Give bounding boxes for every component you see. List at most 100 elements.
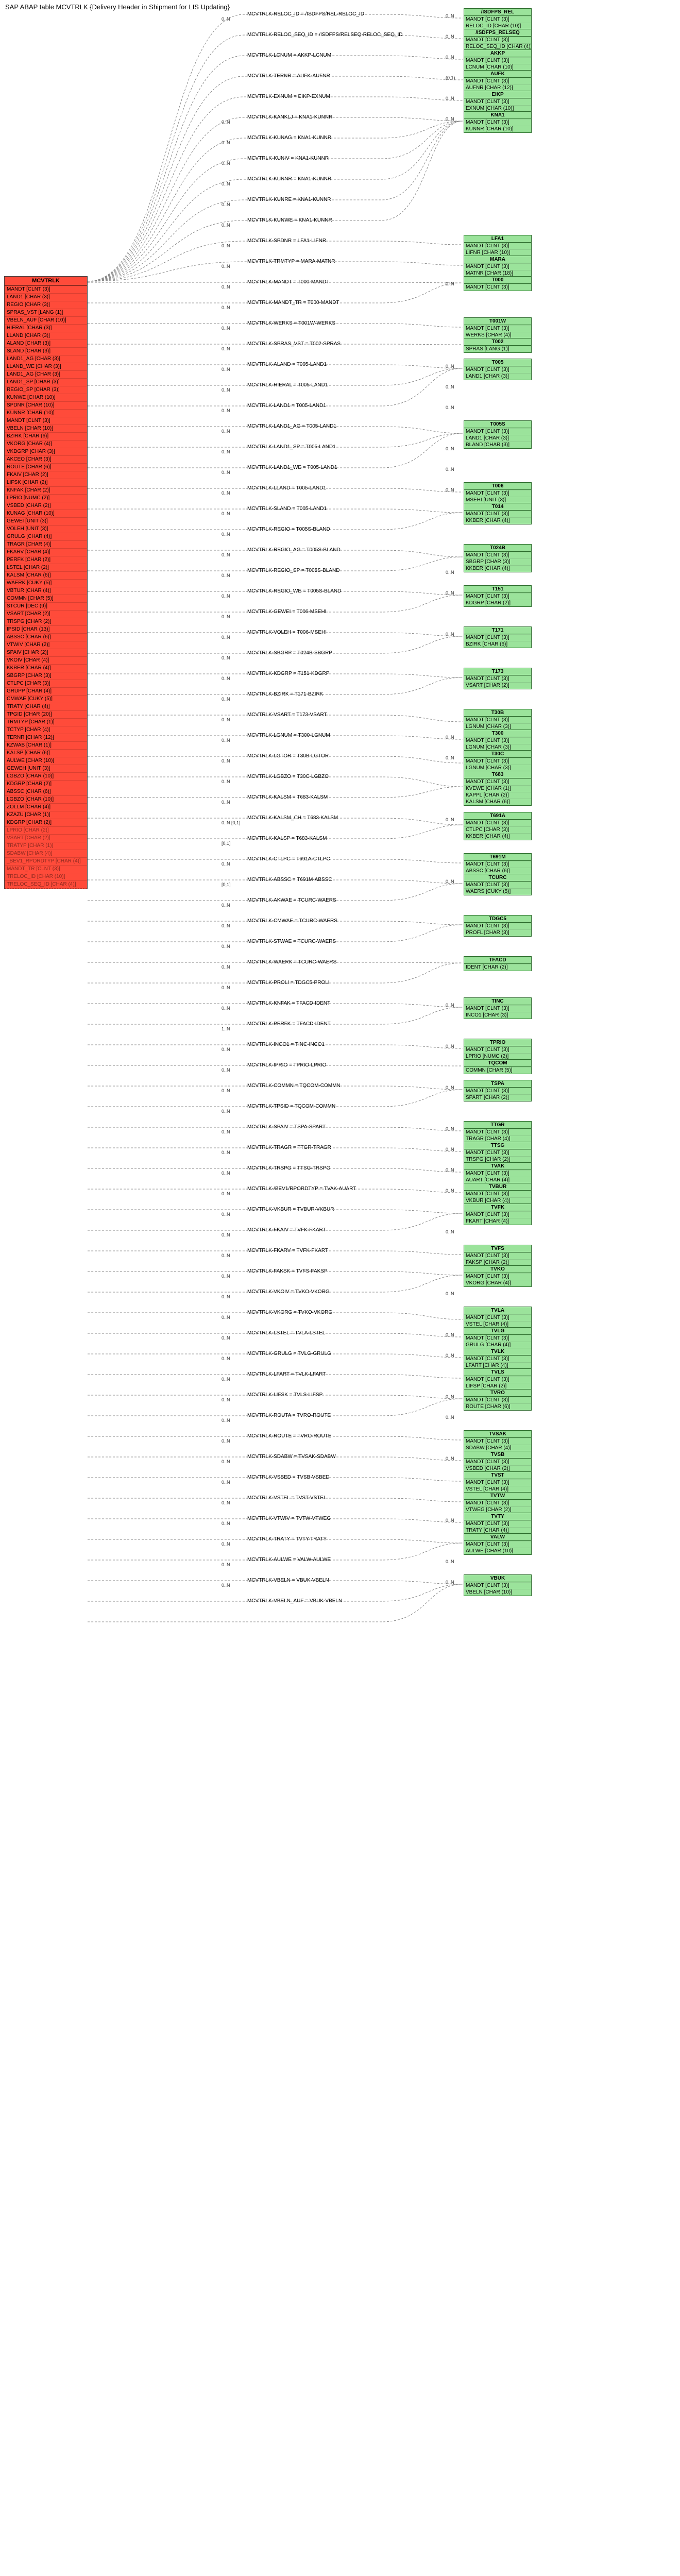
target-field: KUNNR [CHAR (10)] — [464, 126, 531, 132]
target-field: MANDT [CLNT (3)] — [464, 490, 531, 497]
root-field: LAND1_SP [CHAR (3)] — [5, 378, 87, 386]
target-field: MANDT [CLNT (3)] — [464, 1211, 531, 1218]
root-field: VBELN_AUF [CHAR (10)] — [5, 316, 87, 324]
root-field: MANDT_TR [CLNT (3)] — [5, 865, 87, 873]
root-field: LAND1_AG [CHAR (3)] — [5, 355, 87, 363]
target-field: SPRAS [LANG (1)] — [464, 346, 531, 352]
relation-label: MCVTRLK-LCNUM = AKKP-LCNUM — [247, 53, 331, 58]
target-field: MANDT [CLNT (3)] — [464, 820, 531, 826]
target-table-header: KNA1 — [464, 112, 531, 119]
cardinality-left: 0..N — [222, 861, 230, 867]
target-table-header: LFA1 — [464, 235, 531, 243]
cardinality-left: 0..N — [222, 758, 230, 764]
target-field: MANDT [CLNT (3)] — [464, 675, 531, 682]
cardinality-left: 0..N — [222, 532, 230, 537]
target-field: MANDT [CLNT (3)] — [464, 1541, 531, 1548]
root-field: VBELN [CHAR (10)] — [5, 425, 87, 432]
target-field: MANDT [CLNT (3)] — [464, 119, 531, 126]
target-table: TVTWMANDT [CLNT (3)]VTWEG [CHAR (2)] — [464, 1492, 532, 1514]
target-table-header: T002 — [464, 338, 531, 346]
target-field: MANDT [CLNT (3)] — [464, 1438, 531, 1445]
relation-label: MCVTRLK-WERKS = T001W-WERKS — [247, 320, 335, 326]
cardinality-right: (0,1) — [446, 75, 455, 80]
relation-label: MCVTRLK-KUNNR = KNA1-KUNNR — [247, 176, 331, 182]
cardinality-right: 0..N — [446, 1126, 454, 1131]
target-table: T691AMANDT [CLNT (3)]CTLPC [CHAR (3)]KKB… — [464, 812, 532, 840]
target-table: T691MMANDT [CLNT (3)]ABSSC [CHAR (6)] — [464, 853, 532, 875]
cardinality-left: 0..N — [222, 367, 230, 372]
cardinality-left: 0..N — [222, 429, 230, 434]
target-table-header: TINC — [464, 998, 531, 1005]
root-field: TERNR [CHAR (12)] — [5, 734, 87, 741]
relation-label: MCVTRLK-TRMTYP = MARA-MATNR — [247, 259, 335, 264]
target-table-header: TVFS — [464, 1245, 531, 1252]
root-table-header: MCVTRLK — [5, 277, 87, 285]
target-field: MANDT [CLNT (3)] — [464, 737, 531, 744]
cardinality-left: 0..N — [222, 655, 230, 660]
target-field: MANDT [CLNT (3)] — [464, 284, 531, 291]
cardinality-left: 0..N — [222, 16, 230, 22]
root-field: TPGID [CHAR (20)] — [5, 710, 87, 718]
root-field: REGIO_SP [CHAR (3)] — [5, 386, 87, 394]
cardinality-left: 0..N — [222, 490, 230, 496]
target-table: TVTYMANDT [CLNT (3)]TRATY [CHAR (4)] — [464, 1513, 532, 1534]
root-field: TRELOC_ID [CHAR (10)] — [5, 873, 87, 880]
relation-label: MCVTRLK-PERFK = TFACD-IDENT — [247, 1021, 331, 1027]
relation-label: MCVTRLK-GRULG = TVLG-GRULG — [247, 1351, 331, 1357]
cardinality-right: 0..N — [446, 1188, 454, 1193]
target-table-header: T691M — [464, 854, 531, 861]
relation-label: MCVTRLK-VTWIV = TVTW-VTWEG — [247, 1516, 331, 1521]
target-field: MANDT [CLNT (3)] — [464, 1500, 531, 1506]
target-field: MANDT [CLNT (3)] — [464, 1376, 531, 1383]
target-table: TVLSMANDT [CLNT (3)]LIFSP [CHAR (2)] — [464, 1368, 532, 1390]
target-table: T171MANDT [CLNT (3)]BZIRK [CHAR (6)] — [464, 626, 532, 648]
root-field: KZAZU [CHAR (1)] — [5, 811, 87, 819]
cardinality-right: 0..N — [446, 755, 454, 760]
target-table-header: TDGC5 — [464, 916, 531, 923]
cardinality-left: 0..N — [222, 120, 230, 125]
cardinality-left: [0,1] — [222, 882, 231, 887]
target-field: SBGRP [CHAR (3)] — [464, 558, 531, 565]
cardinality-left: 0..N — [222, 1129, 230, 1134]
target-table-header: TCURC — [464, 874, 531, 882]
cardinality-left: 0..N — [222, 1418, 230, 1423]
relation-label: MCVTRLK-LAND1_WE = T005-LAND1 — [247, 465, 337, 470]
relation-label: MCVTRLK-KUNAG = KNA1-KUNNR — [247, 135, 331, 141]
root-table: MCVTRLKMANDT [CLNT (3)]LAND1 [CHAR (3)]R… — [4, 276, 88, 889]
target-field: KKBER [CHAR (4)] — [464, 833, 531, 840]
cardinality-left: 1..N — [222, 1026, 230, 1031]
cardinality-left: 0..N — [222, 738, 230, 743]
cardinality-left: 0..N — [222, 1459, 230, 1464]
cardinality-left: 0..N — [222, 800, 230, 805]
cardinality-left: 0..N — [222, 697, 230, 702]
cardinality-right: 0..N — [446, 817, 454, 822]
target-table: T000MANDT [CLNT (3)] — [464, 276, 532, 291]
target-field: IDENT [CHAR (2)] — [464, 964, 531, 971]
target-field: MANDT [CLNT (3)] — [464, 37, 531, 43]
root-field: KDGRP [CHAR (2)] — [5, 819, 87, 826]
target-field: MANDT [CLNT (3)] — [464, 511, 531, 517]
target-table: TTSGMANDT [CLNT (3)]TRSPG [CHAR (2)] — [464, 1142, 532, 1163]
root-field: LPRIO [NUMC (2)] — [5, 494, 87, 502]
cardinality-right: 0..N — [446, 1559, 454, 1564]
root-field: KUNNR [CHAR (10)] — [5, 409, 87, 417]
cardinality-left: 0..N — [222, 1356, 230, 1361]
target-table: VBUKMANDT [CLNT (3)]VBELN [CHAR (10)] — [464, 1574, 532, 1596]
root-field: ABSSC [CHAR (6)] — [5, 788, 87, 795]
target-table-header: T30C — [464, 751, 531, 758]
target-field: MANDT [CLNT (3)] — [464, 1191, 531, 1197]
target-table-header: T024B — [464, 545, 531, 552]
target-table-header: T173 — [464, 668, 531, 675]
root-field: CMWAE [CUKY (5)] — [5, 695, 87, 703]
relation-label: MCVTRLK-MANDT_TR = T000-MANDT — [247, 300, 339, 306]
root-field: TRMTYP [CHAR (1)] — [5, 718, 87, 726]
cardinality-right: 0..N — [446, 1229, 454, 1234]
cardinality-left: 0..N — [222, 264, 230, 269]
root-field: LSTEL [CHAR (2)] — [5, 564, 87, 571]
root-field: IPSID [CHAR (13)] — [5, 625, 87, 633]
root-field: KKBER [CHAR (4)] — [5, 664, 87, 672]
root-field: CTLPC [CHAR (3)] — [5, 680, 87, 687]
cardinality-right: 0..N — [446, 1003, 454, 1008]
root-field: VKORG [CHAR (4)] — [5, 440, 87, 448]
cardinality-left: 0..N — [222, 470, 230, 475]
